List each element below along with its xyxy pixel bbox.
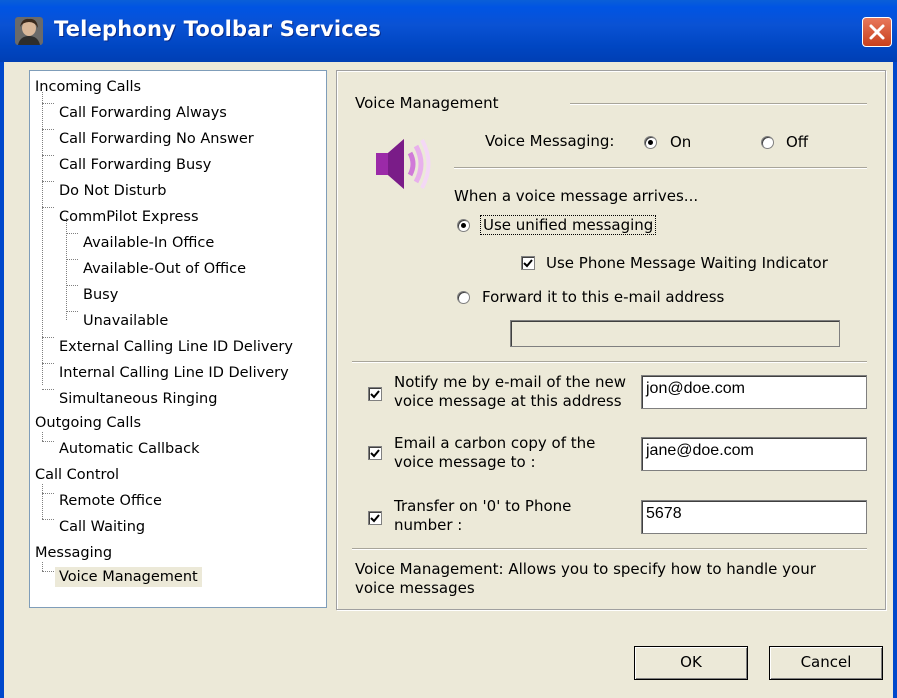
notify-email-checkbox[interactable] xyxy=(368,387,382,401)
tree-group-call-control[interactable]: Call Control xyxy=(35,465,119,485)
checkmark-icon xyxy=(370,390,380,399)
carbon-copy-label-line2: voice message to : xyxy=(394,453,536,471)
tree-item-call-forwarding-busy[interactable]: Call Forwarding Busy xyxy=(59,155,211,175)
transfer-label: Transfer on '0' to Phone number : xyxy=(394,497,571,535)
notify-email-input[interactable]: jon@doe.com xyxy=(641,375,867,409)
transfer-checkbox[interactable] xyxy=(368,511,382,525)
voice-messaging-on-label[interactable]: On xyxy=(670,133,691,151)
tree-item-unavailable[interactable]: Unavailable xyxy=(83,311,168,331)
tree-item-external-calling-line-id[interactable]: External Calling Line ID Delivery xyxy=(59,337,293,357)
notify-email-label: Notify me by e-mail of the new voice mes… xyxy=(394,373,626,411)
section-divider xyxy=(570,103,867,105)
tree-item-simultaneous-ringing[interactable]: Simultaneous Ringing xyxy=(59,389,217,409)
close-icon xyxy=(869,24,885,40)
description-text: Voice Management: Allows you to specify … xyxy=(355,560,816,598)
tree-item-do-not-disturb[interactable]: Do Not Disturb xyxy=(59,181,166,201)
checkmark-icon xyxy=(523,259,533,268)
tree-item-internal-calling-line-id[interactable]: Internal Calling Line ID Delivery xyxy=(59,363,289,383)
voice-messaging-label: Voice Messaging: xyxy=(485,132,615,150)
window-title: Telephony Toolbar Services xyxy=(54,17,382,41)
carbon-copy-input[interactable]: jane@doe.com xyxy=(641,437,867,471)
forward-email-input[interactable] xyxy=(510,320,840,347)
divider xyxy=(352,548,867,550)
tree-item-available-out-of-office[interactable]: Available-Out of Office xyxy=(83,259,246,279)
carbon-copy-label-line1: Email a carbon copy of the xyxy=(394,434,596,452)
description-line1: Voice Management: Allows you to specify … xyxy=(355,560,816,578)
mwi-label[interactable]: Use Phone Message Waiting Indicator xyxy=(546,254,828,272)
tree-item-call-forwarding-no-answer[interactable]: Call Forwarding No Answer xyxy=(59,129,254,149)
tree-group-incoming-calls[interactable]: Incoming Calls xyxy=(35,77,141,97)
divider xyxy=(454,167,867,169)
tree-item-available-in-office[interactable]: Available-In Office xyxy=(83,233,214,253)
tree-item-remote-office[interactable]: Remote Office xyxy=(59,491,162,511)
tree-group-outgoing-calls[interactable]: Outgoing Calls xyxy=(35,413,141,433)
transfer-label-line1: Transfer on '0' to Phone xyxy=(394,497,572,515)
settings-tree[interactable]: Incoming Calls Call Forwarding Always Ca… xyxy=(29,70,327,608)
description-line2: voice messages xyxy=(355,579,475,597)
transfer-label-line2: number : xyxy=(394,516,463,534)
voice-messaging-on-radio[interactable] xyxy=(644,136,657,149)
unified-messaging-label[interactable]: Use unified messaging xyxy=(480,215,657,235)
carbon-copy-checkbox[interactable] xyxy=(368,446,382,460)
cancel-button[interactable]: Cancel xyxy=(769,646,883,680)
app-user-icon xyxy=(14,16,44,46)
forward-email-label[interactable]: Forward it to this e-mail address xyxy=(482,288,724,306)
checkmark-icon xyxy=(370,514,380,523)
notify-email-label-line1: Notify me by e-mail of the new xyxy=(394,373,627,391)
tree-item-commpilot-express[interactable]: CommPilot Express xyxy=(59,207,199,227)
forward-email-radio[interactable] xyxy=(457,291,470,304)
voice-messaging-off-label[interactable]: Off xyxy=(786,133,808,151)
ok-button[interactable]: OK xyxy=(634,646,748,680)
window-border-left xyxy=(0,62,4,698)
checkmark-icon xyxy=(370,449,380,458)
tree-item-call-forwarding-always[interactable]: Call Forwarding Always xyxy=(59,103,227,123)
voice-messaging-off-radio[interactable] xyxy=(761,136,774,149)
section-title: Voice Management xyxy=(355,94,499,112)
tree-item-busy[interactable]: Busy xyxy=(83,285,118,305)
arrival-heading: When a voice message arrives... xyxy=(454,187,699,205)
tree-group-messaging[interactable]: Messaging xyxy=(35,543,112,563)
transfer-number-input[interactable]: 5678 xyxy=(641,500,867,534)
carbon-copy-label: Email a carbon copy of the voice message… xyxy=(394,434,595,472)
divider xyxy=(352,361,867,363)
tree-item-call-waiting[interactable]: Call Waiting xyxy=(59,517,145,537)
close-button[interactable] xyxy=(862,17,892,47)
notify-email-label-line2: voice message at this address xyxy=(394,392,622,410)
unified-messaging-radio[interactable] xyxy=(457,219,470,232)
mwi-checkbox[interactable] xyxy=(521,256,535,270)
tree-item-automatic-callback[interactable]: Automatic Callback xyxy=(59,439,200,459)
window-border-right xyxy=(893,62,897,698)
tree-item-voice-management[interactable]: Voice Management xyxy=(55,567,202,587)
speaker-icon xyxy=(370,131,436,201)
